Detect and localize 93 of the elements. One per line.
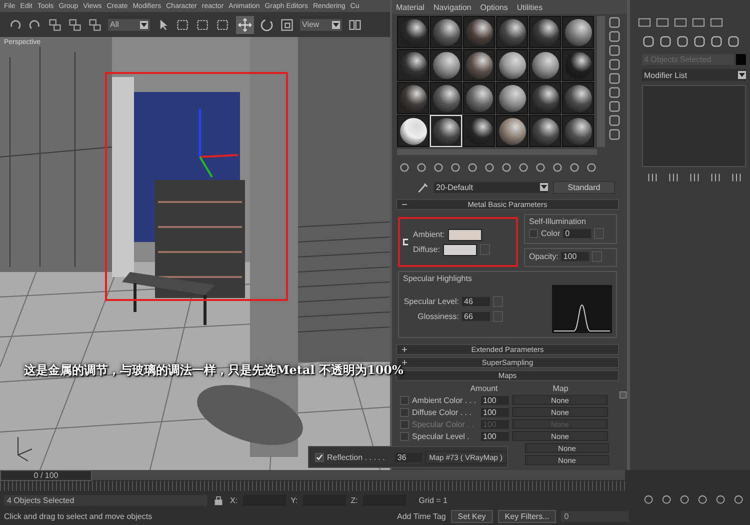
sample-slot[interactable]	[397, 115, 429, 147]
field-label: Specular Level:	[404, 297, 459, 306]
dropdown-arrow-icon	[738, 71, 746, 79]
sample-slot[interactable]	[562, 82, 594, 114]
add-time-tag-link[interactable]: Add Time Tag	[397, 512, 446, 522]
map-channel-label: Specular Level .	[412, 432, 470, 440]
column-header: Amount	[469, 384, 499, 392]
field-label: Color	[541, 229, 560, 238]
spinner-field[interactable]: 100	[481, 408, 509, 416]
sample-slot[interactable]	[529, 16, 561, 48]
field-label: Diffuse:	[413, 245, 440, 254]
rotate-icon[interactable]	[260, 18, 274, 32]
sample-slot[interactable]	[397, 49, 429, 81]
sample-slot[interactable]	[562, 16, 594, 48]
dropdown-arrow-icon	[540, 183, 548, 191]
sample-slot[interactable]	[529, 49, 561, 81]
selection-region-icon[interactable]	[196, 18, 210, 32]
map-channel-label: Reflection . . . . .	[327, 452, 386, 462]
reference-coordinate-dropdown[interactable]: View	[300, 18, 342, 30]
sample-slot[interactable]	[463, 16, 495, 48]
column-header: Map	[552, 384, 570, 392]
sample-slot[interactable]	[496, 82, 528, 114]
axis-tripod-icon	[18, 436, 32, 462]
coordinate-label: Y:	[290, 496, 298, 505]
dropdown-arrow-icon	[140, 20, 148, 28]
sample-slot[interactable]	[463, 49, 495, 81]
checkbox[interactable]	[400, 396, 409, 404]
ambient-color-swatch[interactable]	[448, 228, 482, 240]
time-slider-track[interactable]: 0 / 100	[0, 470, 625, 480]
dropdown-arrow-icon	[332, 20, 340, 28]
sample-slot[interactable]	[562, 115, 594, 147]
material-type-button[interactable]: Standard	[553, 180, 615, 194]
coordinate-label: Z:	[350, 496, 358, 505]
move-tool-button[interactable]	[236, 16, 254, 34]
selection-status-field: 4 Objects Selected	[4, 494, 207, 506]
spinner-field[interactable]: 36	[395, 452, 422, 462]
time-slider-thumb[interactable]: 0 / 100	[0, 470, 92, 481]
modifier-list-dropdown[interactable]: Modifier List	[642, 69, 746, 81]
map-channel-label: Ambient Color . . .	[412, 396, 478, 404]
checkbox[interactable]	[400, 432, 409, 440]
spinner-field[interactable]: 66	[462, 312, 490, 321]
move-gizmo-icon	[199, 109, 238, 178]
redo-icon[interactable]	[28, 18, 42, 32]
spinner-field[interactable]: 0	[563, 229, 592, 238]
sample-slot[interactable]	[397, 16, 429, 48]
spinner-field[interactable]: 100	[481, 396, 509, 404]
group-title: Specular Highlights	[403, 274, 473, 283]
menu-item[interactable]: Utilities	[516, 2, 543, 12]
checkbox[interactable]	[400, 408, 409, 416]
menu-item[interactable]: Navigation	[433, 2, 472, 12]
menu-item[interactable]: Material	[396, 2, 424, 12]
sample-slot[interactable]	[430, 49, 462, 81]
spinner-field[interactable]: 46	[462, 297, 490, 306]
sample-slot[interactable]	[496, 49, 528, 81]
material-name-field[interactable]: 20-Default	[434, 182, 548, 192]
spinner-field[interactable]: 100	[481, 432, 509, 440]
menu-item[interactable]: Options	[480, 2, 508, 12]
scale-icon[interactable]	[280, 18, 294, 32]
sample-slot[interactable]	[496, 16, 528, 48]
link-icon[interactable]	[48, 18, 62, 32]
sample-slot[interactable]	[430, 16, 462, 48]
checkbox[interactable]	[315, 452, 324, 462]
coordinate-label: X:	[230, 496, 238, 505]
key-filters-button[interactable]: Key Filters...	[498, 510, 556, 524]
field-label: Ambient:	[413, 230, 445, 239]
sample-slot[interactable]	[430, 82, 462, 114]
sample-slot[interactable]	[463, 115, 495, 147]
current-frame-field[interactable]: 0	[561, 511, 630, 522]
field-label: Opacity:	[529, 252, 558, 261]
field-label: Glossiness:	[418, 312, 459, 321]
map-channel-label: Specular Color . .	[412, 420, 475, 428]
undo-icon[interactable]	[8, 18, 22, 32]
sample-slot[interactable]	[529, 115, 561, 147]
checkbox[interactable]	[529, 229, 538, 238]
eyedropper-icon[interactable]	[416, 180, 429, 194]
lock-toggle-icon[interactable]	[402, 236, 409, 248]
diffuse-color-swatch[interactable]	[442, 244, 477, 256]
highlight-curve-graph	[552, 285, 612, 333]
sample-slot[interactable]	[496, 115, 528, 147]
sample-slot[interactable]	[529, 82, 561, 114]
set-key-button[interactable]: Set Key	[450, 510, 493, 524]
object-color-swatch[interactable]	[736, 54, 746, 65]
sample-slot[interactable]	[562, 49, 594, 81]
move-icon	[238, 18, 252, 32]
prompt-text: Click and drag to select and move objects	[4, 512, 154, 522]
spinner-field[interactable]: 100	[561, 252, 590, 261]
map-channel-label: Diffuse Color . . .	[412, 408, 472, 416]
selection-filter-dropdown[interactable]: All	[108, 18, 150, 30]
sample-slot[interactable]	[463, 82, 495, 114]
timeline-track[interactable]	[0, 481, 625, 491]
grid-size-text: Grid = 1	[418, 496, 448, 505]
group-title: Self-Illumination	[529, 217, 587, 226]
sample-slot[interactable]	[397, 82, 429, 114]
